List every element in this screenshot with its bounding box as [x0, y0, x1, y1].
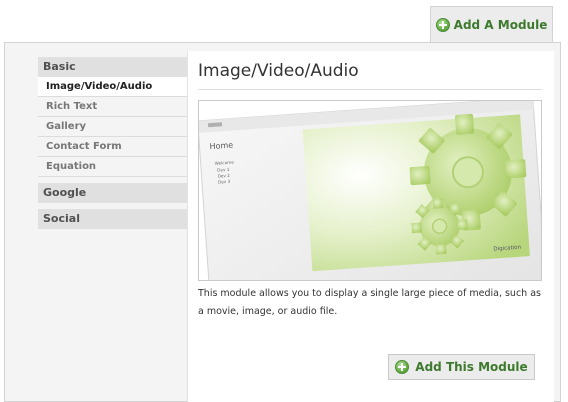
preview-nav-item: Dev 3: [218, 179, 231, 185]
add-this-module-button[interactable]: Add This Module: [388, 354, 535, 380]
sidebar-item-rich-text[interactable]: Rich Text: [38, 97, 187, 117]
module-picker-panel: Basic Image/Video/Audio Rich Text Galler…: [4, 42, 561, 402]
sidebar-item-label: Rich Text: [46, 101, 98, 112]
preview-svg: Home Welcome Dev 1 Dev 2 Dev 3 Digicatio…: [199, 101, 541, 280]
sidebar-item-gallery[interactable]: Gallery: [38, 117, 187, 137]
module-description: This module allows you to display a sing…: [198, 288, 541, 317]
preview-nav-item: Dev 1: [217, 167, 230, 173]
category-social[interactable]: Social: [38, 209, 187, 229]
module-detail: Image/Video/Audio Home Welcome Dev 1 Dev…: [187, 51, 554, 402]
sidebar-item-contact-form[interactable]: Contact Form: [38, 137, 187, 157]
plus-circle-icon: [435, 17, 450, 32]
add-this-module-label: Add This Module: [415, 360, 528, 374]
sidebar-item-label: Equation: [46, 161, 97, 172]
preview-heading: Home: [209, 141, 233, 152]
category-sidebar: Basic Image/Video/Audio Rich Text Galler…: [38, 57, 187, 229]
sidebar-item-label: Image/Video/Audio: [46, 81, 153, 92]
category-social-label: Social: [43, 212, 80, 225]
page-title: Image/Video/Audio: [198, 61, 359, 81]
sidebar-item-image-video-audio[interactable]: Image/Video/Audio: [38, 77, 187, 97]
category-google[interactable]: Google: [38, 183, 187, 203]
preview-nav-item: Dev 2: [217, 173, 230, 179]
sidebar-item-label: Contact Form: [46, 141, 122, 152]
sidebar-item-equation[interactable]: Equation: [38, 157, 187, 177]
category-basic[interactable]: Basic: [38, 57, 187, 77]
title-divider: [198, 89, 542, 90]
plus-circle-icon: [395, 360, 410, 374]
sidebar-item-label: Gallery: [46, 121, 87, 132]
add-a-module-label: Add A Module: [453, 17, 548, 32]
category-basic-label: Basic: [43, 60, 76, 73]
category-google-label: Google: [43, 186, 87, 199]
add-a-module-button[interactable]: Add A Module: [430, 6, 553, 42]
module-preview-image: Home Welcome Dev 1 Dev 2 Dev 3 Digicatio…: [198, 100, 542, 281]
